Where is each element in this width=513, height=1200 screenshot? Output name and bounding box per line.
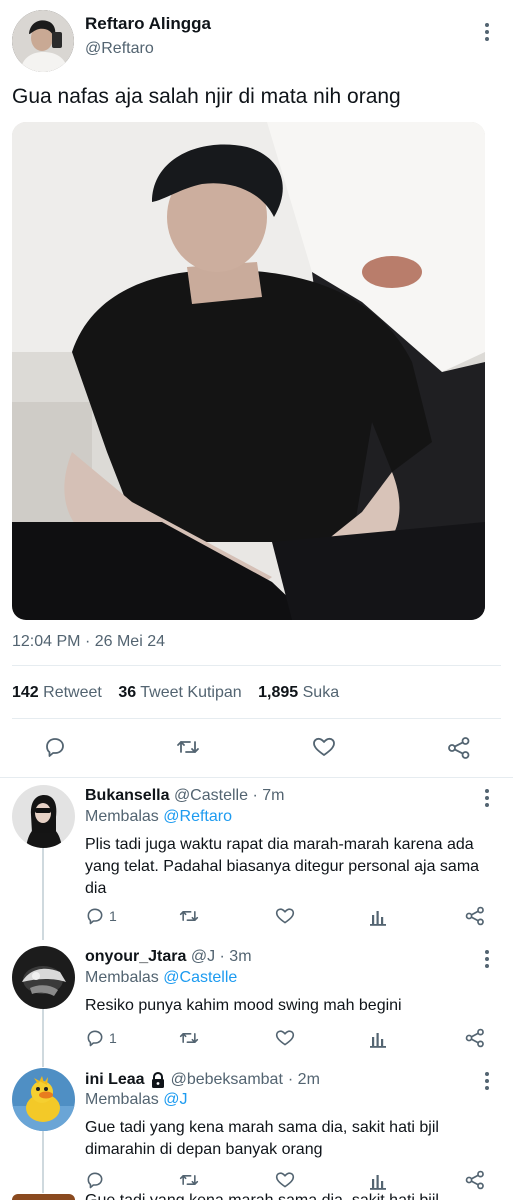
tweet-text: Gua nafas aja salah njir di mata nih ora…: [12, 85, 401, 108]
heart-icon[interactable]: [311, 735, 337, 759]
partial-reply-avatar[interactable]: [12, 1194, 75, 1200]
thread-line: [42, 1009, 44, 1067]
thread-line: [42, 848, 44, 940]
replying-to-prefix: Membalas: [85, 808, 159, 825]
reply-author-name[interactable]: Bukansella: [85, 787, 169, 804]
replying-to-handle[interactable]: @Castelle: [163, 969, 237, 986]
tweet-photo[interactable]: [12, 122, 485, 620]
retweets-count: 142: [12, 684, 39, 701]
retweet-icon[interactable]: [175, 735, 201, 759]
reply-icon[interactable]: 1: [85, 906, 117, 926]
share-icon[interactable]: [446, 735, 472, 761]
heart-icon[interactable]: [274, 906, 296, 926]
reply-avatar[interactable]: [12, 1068, 75, 1131]
quotes-label: Tweet Kutipan: [140, 684, 242, 701]
reply-icon[interactable]: [43, 735, 67, 759]
reply-author-handle[interactable]: @Castelle: [174, 787, 248, 804]
reply-text: Gue tadi yang kena marah sama dia, sakit…: [85, 1119, 439, 1158]
tweet-timestamp[interactable]: 12:04 PM · 26 Mei 24: [12, 633, 165, 651]
replying-to-handle[interactable]: @Reftaro: [163, 808, 232, 825]
reply-time[interactable]: · 3m: [220, 948, 252, 965]
tweet-time: 12:04 PM: [12, 633, 81, 650]
timestamp-separator: ·: [84, 633, 91, 650]
heart-icon[interactable]: [274, 1170, 296, 1190]
retweet-icon[interactable]: [178, 1028, 200, 1048]
reply-text: Resiko punya kahim mood swing mah begini: [85, 997, 402, 1014]
author-avatar[interactable]: [12, 10, 74, 72]
quotes-count: 36: [118, 684, 137, 701]
likes-label: Suka: [302, 684, 340, 701]
likes-stat[interactable]: 1,895 Suka: [258, 684, 339, 701]
divider: [0, 777, 513, 778]
more-icon[interactable]: [484, 23, 490, 41]
replying-to: Membalas @J: [85, 1091, 188, 1109]
reply-author-handle[interactable]: @J: [191, 948, 215, 965]
author-name[interactable]: Reftaro Alingga: [85, 14, 211, 34]
author-handle[interactable]: @Reftaro: [85, 40, 154, 58]
replying-to-prefix: Membalas: [85, 1091, 159, 1108]
divider: [12, 665, 501, 666]
more-icon[interactable]: [484, 950, 490, 968]
lock-icon: [150, 1071, 166, 1089]
reply-time[interactable]: · 7m: [252, 787, 284, 804]
reply-time[interactable]: · 2m: [288, 1071, 320, 1089]
replying-to-handle[interactable]: @J: [163, 1091, 187, 1108]
retweets-stat[interactable]: 142 Retweet: [12, 684, 102, 701]
reply-author-name[interactable]: onyour_Jtara: [85, 948, 186, 965]
reply-count: 1: [109, 1030, 117, 1046]
partial-reply-text: Gue tadi yang kena marah sama dia, sakit…: [85, 1190, 439, 1200]
share-icon[interactable]: [464, 1169, 486, 1191]
reply-text: Plis tadi juga waktu rapat dia marah-mar…: [85, 836, 480, 897]
quotes-stat[interactable]: 36 Tweet Kutipan: [118, 684, 241, 701]
reply-avatar[interactable]: [12, 946, 75, 1009]
share-icon[interactable]: [464, 1027, 486, 1049]
tweet-date: 26 Mei 24: [94, 633, 165, 650]
tweet-stats: 142 Retweet 36 Tweet Kutipan 1,895 Suka: [12, 684, 339, 702]
share-icon[interactable]: [464, 905, 486, 927]
more-icon[interactable]: [484, 1072, 490, 1090]
heart-icon[interactable]: [274, 1028, 296, 1048]
reply-avatar[interactable]: [12, 785, 75, 848]
reply-header: onyour_Jtara @J · 3m: [85, 948, 252, 966]
reply-header: ini Leaa @bebeksambat · 2m: [85, 1071, 320, 1089]
analytics-icon[interactable]: [370, 1028, 388, 1048]
retweet-icon[interactable]: [178, 906, 200, 926]
reply-icon[interactable]: [85, 1170, 105, 1190]
thread-line: [42, 1131, 44, 1193]
retweets-label: Retweet: [43, 684, 102, 701]
reply-count: 1: [109, 908, 117, 924]
analytics-icon[interactable]: [370, 906, 388, 926]
reply-author-handle[interactable]: @bebeksambat: [171, 1071, 283, 1089]
reply-author-name[interactable]: ini Leaa: [85, 1071, 145, 1089]
replying-to: Membalas @Reftaro: [85, 808, 232, 826]
replying-to-prefix: Membalas: [85, 969, 159, 986]
retweet-icon[interactable]: [178, 1170, 200, 1190]
reply-icon[interactable]: 1: [85, 1028, 117, 1048]
reply-header: Bukansella @Castelle · 7m: [85, 787, 284, 805]
replying-to: Membalas @Castelle: [85, 969, 237, 987]
analytics-icon[interactable]: [370, 1170, 388, 1190]
likes-count: 1,895: [258, 684, 299, 701]
divider: [12, 718, 501, 719]
more-icon[interactable]: [484, 789, 490, 807]
